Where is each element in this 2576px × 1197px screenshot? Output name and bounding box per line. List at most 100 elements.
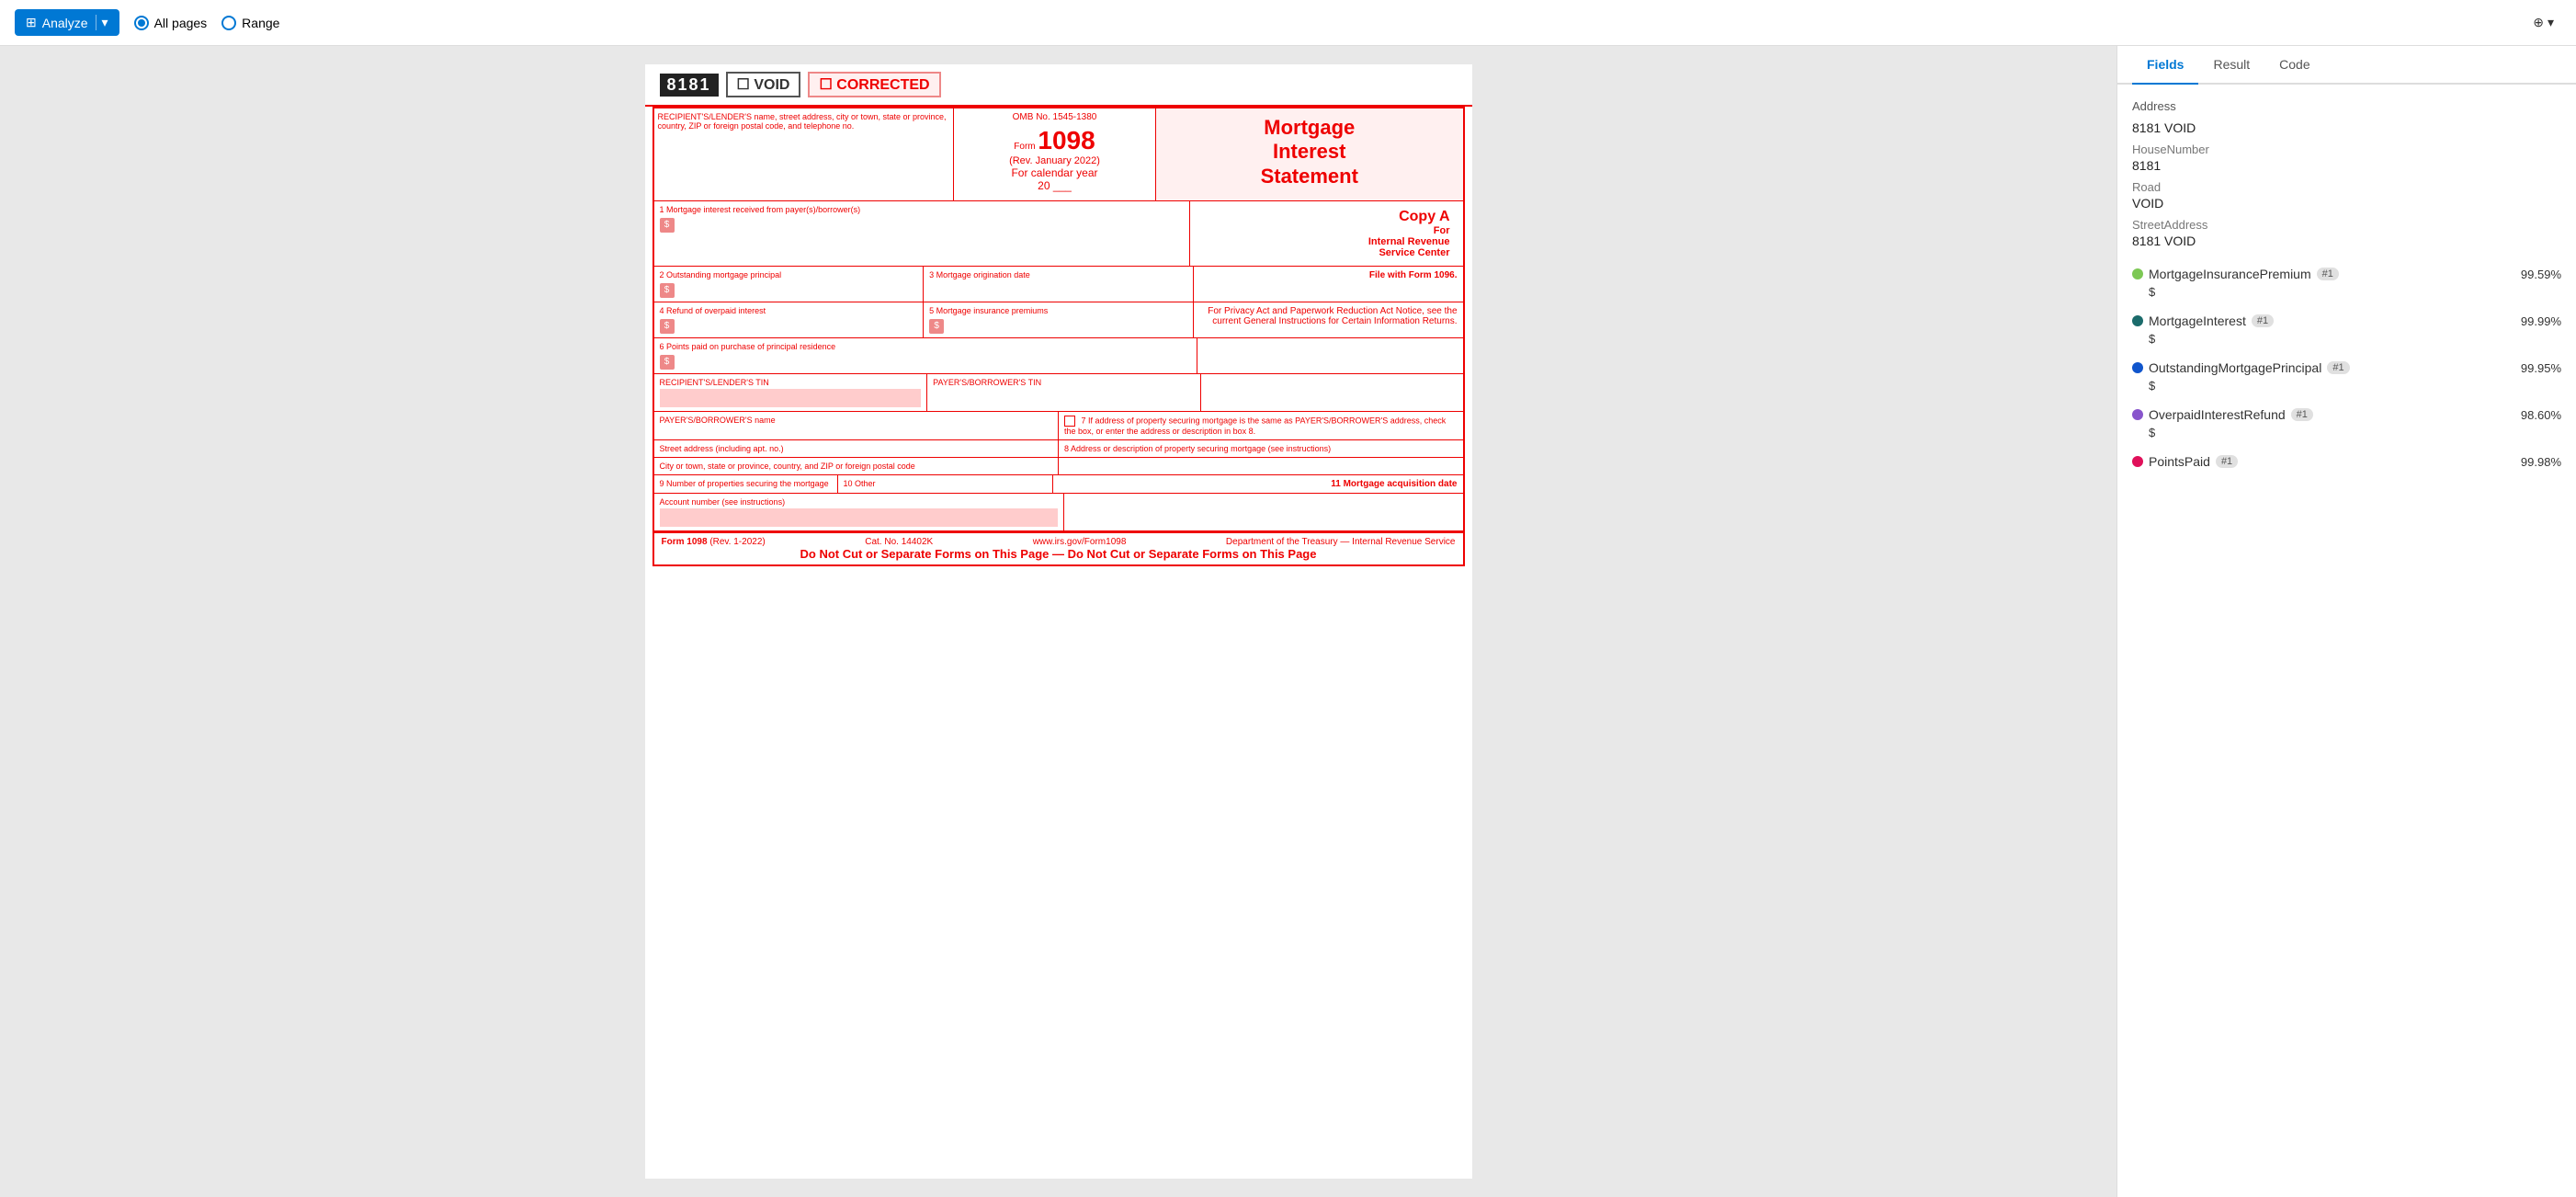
box9-10-left: 9 Number of properties securing the mort… <box>654 475 1054 493</box>
layers-icon: ⊕ <box>2533 15 2544 30</box>
borrower-name-cell: PAYER'S/BORROWER'S name <box>654 412 1060 439</box>
field-dot-pointspaid <box>2132 456 2143 467</box>
box7-checkbox[interactable] <box>1064 416 1075 427</box>
form-number-box: 8181 <box>660 74 719 97</box>
field-item-mortgageinterest: MortgageInterest #1 99.99% $ <box>2132 314 2561 346</box>
footer-url: www.irs.gov/Form1098 <box>1033 537 1127 547</box>
recipient-label: RECIPIENT'S/LENDER'S name, street addres… <box>658 112 947 131</box>
tab-code[interactable]: Code <box>2264 46 2324 85</box>
recipient-tin-label: RECIPIENT'S/LENDER'S TIN <box>660 378 769 387</box>
field-name-row-outstandingmortgageprincipal: OutstandingMortgagePrincipal #1 <box>2132 360 2350 375</box>
all-pages-label: All pages <box>154 16 208 30</box>
box7-right-cell: 7 If address of property securing mortga… <box>1059 412 1463 439</box>
toolbar: ⊞ Analyze ▾ All pages Range ⊕ ▾ <box>0 0 2576 46</box>
box7-label: 7 If address of property securing mortga… <box>1064 416 1458 436</box>
borrower-tin-label: PAYER'S/BORROWER'S TIN <box>933 378 1041 387</box>
field-header-mortgageinsurancepremium: MortgageInsurancePremium #1 99.59% <box>2132 267 2561 281</box>
range-option[interactable]: Range <box>221 16 279 30</box>
street-address-label: StreetAddress <box>2132 218 2561 232</box>
footer-top-line: Form 1098 (Rev. 1-2022) Cat. No. 14402K … <box>662 537 1456 547</box>
field-item-outstandingmortgageprincipal: OutstandingMortgagePrincipal #1 99.95% $ <box>2132 360 2561 393</box>
form-footer: Form 1098 (Rev. 1-2022) Cat. No. 14402K … <box>654 531 1463 564</box>
form-header: 8181 ☐ VOID ☐ CORRECTED <box>645 64 1472 107</box>
box8-label: 8 Address or description of property sec… <box>1064 444 1331 453</box>
analyze-dropdown-arrow[interactable]: ▾ <box>96 15 108 30</box>
omb-block: OMB No. 1545-1380 Form 1098 (Rev. Januar… <box>954 108 1156 200</box>
footer-form: Form 1098 (Rev. 1-2022) <box>662 537 766 547</box>
box6-dollar: $ <box>660 355 675 370</box>
calendar-label: For calendar year <box>958 166 1152 179</box>
footer-form-label: Form 1098 <box>662 537 708 547</box>
footer-cat: Cat. No. 14402K <box>865 537 933 547</box>
document-area[interactable]: 8181 ☐ VOID ☐ CORRECTED RECIPIENT'S/LEND… <box>0 46 2116 1197</box>
form-label-text: Form <box>1014 142 1038 152</box>
field-badge-pointspaid: #1 <box>2216 455 2238 468</box>
field-item-overpaidinterestrefund: OverpaidInterestRefund #1 98.60% $ <box>2132 407 2561 439</box>
recipient-tin-value <box>660 389 922 407</box>
layers-arrow: ▾ <box>2548 15 2554 30</box>
tab-fields[interactable]: Fields <box>2132 46 2198 85</box>
road-value: VOID <box>2132 196 2561 211</box>
field-header-overpaidinterestrefund: OverpaidInterestRefund #1 98.60% <box>2132 407 2561 422</box>
layers-button[interactable]: ⊕ ▾ <box>2525 11 2561 34</box>
corrected-label: CORRECTED <box>836 77 929 93</box>
all-pages-option[interactable]: All pages <box>134 16 208 30</box>
street-address-value: 8181 VOID <box>2132 234 2561 248</box>
box4-label: 4 Refund of overpaid interest <box>660 306 766 315</box>
box1-label: 1 Mortgage interest received from payer(… <box>660 205 861 214</box>
city-label: City or town, state or province, country… <box>660 462 915 471</box>
analyze-label: Analyze <box>42 16 88 30</box>
box3-cell: 3 Mortgage origination date <box>924 267 1194 302</box>
borrower-tin-cell: PAYER'S/BORROWER'S TIN <box>927 374 1201 411</box>
borrower-name-label: PAYER'S/BORROWER'S name <box>660 416 776 425</box>
recipient-tin-cell: RECIPIENT'S/LENDER'S TIN <box>654 374 928 411</box>
copy-a-label: Copy A <box>1203 209 1450 225</box>
box2-label: 2 Outstanding mortgage principal <box>660 270 782 279</box>
box9-10-row: 9 Number of properties securing the mort… <box>654 475 1463 494</box>
field-confidence-outstandingmortgageprincipal: 99.95% <box>2521 361 2561 375</box>
form-title-line3: Statement <box>1163 165 1456 188</box>
box2-box3-row: 2 Outstanding mortgage principal $ 3 Mor… <box>654 267 1463 302</box>
field-label-outstandingmortgageprincipal: OutstandingMortgagePrincipal <box>2149 360 2321 375</box>
box6-label: 6 Points paid on purchase of principal r… <box>660 342 836 351</box>
street-label: Street address (including apt. no.) <box>660 444 784 453</box>
box11-cell: 11 Mortgage acquisition date <box>1053 475 1463 493</box>
corrected-box: ☐ CORRECTED <box>808 72 940 97</box>
tab-result[interactable]: Result <box>2198 46 2264 85</box>
panel-tabs: Fields Result Code <box>2117 46 2576 85</box>
house-number-label: HouseNumber <box>2132 142 2561 156</box>
address-section-title: Address <box>2132 99 2561 113</box>
privacy-cell: For Privacy Act and Paperwork Reduction … <box>1194 302 1463 337</box>
file-with-cell: File with Form 1096. <box>1194 267 1463 302</box>
corrected-checkbox[interactable]: ☐ <box>819 77 832 93</box>
void-checkbox[interactable]: ☐ <box>737 77 750 93</box>
city-row: City or town, state or province, country… <box>654 458 1463 475</box>
field-name-row-mortgageinsurancepremium: MortgageInsurancePremium #1 <box>2132 267 2339 281</box>
box7-text: If address of property securing mortgage… <box>1064 416 1446 436</box>
tin-row: RECIPIENT'S/LENDER'S TIN PAYER'S/BORROWE… <box>654 374 1463 412</box>
account-row: Account number (see instructions) <box>654 494 1463 531</box>
all-pages-radio[interactable] <box>134 16 149 30</box>
field-label-pointspaid: PointsPaid <box>2149 454 2210 469</box>
account-label: Account number (see instructions) <box>660 497 786 507</box>
field-header-mortgageinterest: MortgageInterest #1 99.99% <box>2132 314 2561 328</box>
panel-content: Address 8181 VOID HouseNumber 8181 Road … <box>2117 85 2576 1197</box>
field-label-mortgageinsurancepremium: MortgageInsurancePremium <box>2149 267 2311 281</box>
field-item-mortgageinsurancepremium: MortgageInsurancePremium #1 99.59% $ <box>2132 267 2561 299</box>
city-cell: City or town, state or province, country… <box>654 458 1060 474</box>
field-label-mortgageinterest: MortgageInterest <box>2149 314 2246 328</box>
box5-cell: 5 Mortgage insurance premiums $ <box>924 302 1194 337</box>
copy-a-sub: For <box>1203 225 1450 236</box>
recipient-block: RECIPIENT'S/LENDER'S name, street addres… <box>654 108 955 200</box>
field-name-row-mortgageinterest: MortgageInterest #1 <box>2132 314 2274 328</box>
field-dot-mortgageinterest <box>2132 315 2143 326</box>
field-badge-outstandingmortgageprincipal: #1 <box>2327 361 2349 374</box>
title-block: Mortgage Interest Statement <box>1156 108 1463 200</box>
range-radio[interactable] <box>221 16 236 30</box>
form-rev: (Rev. January 2022) <box>958 155 1152 166</box>
analyze-button[interactable]: ⊞ Analyze ▾ <box>15 9 119 36</box>
box4-cell: 4 Refund of overpaid interest $ <box>654 302 925 337</box>
city-right <box>1059 458 1463 474</box>
field-value-outstandingmortgageprincipal: $ <box>2132 379 2561 393</box>
copy-a-irs: Internal Revenue <box>1203 236 1450 247</box>
